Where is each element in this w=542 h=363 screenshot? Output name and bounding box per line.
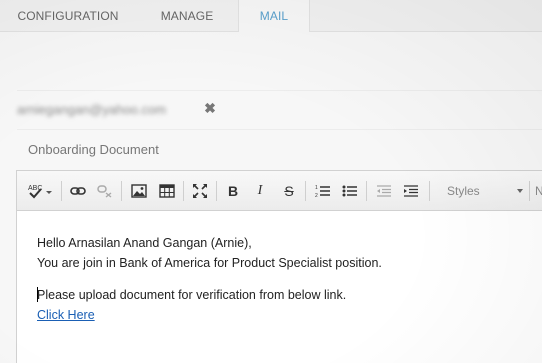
italic-icon[interactable]: I: [250, 182, 270, 200]
remove-recipient-icon[interactable]: ✖: [203, 101, 217, 115]
tab-configuration[interactable]: CONFIGURATION: [0, 0, 136, 32]
toolbar-separator: [429, 181, 430, 201]
bold-icon[interactable]: B: [223, 182, 243, 200]
svg-text:2: 2: [315, 193, 318, 198]
editor-toolbar: ABC B I S 1 2 Styles N: [17, 171, 542, 211]
recipient-chip: arniegangan@yahoo.com: [17, 102, 166, 117]
styles-dropdown[interactable]: Styles: [443, 182, 527, 200]
maximize-icon[interactable]: [190, 182, 210, 200]
click-here-link[interactable]: Click Here: [37, 308, 95, 322]
toolbar-separator: [121, 181, 122, 201]
toolbar-separator: [366, 181, 367, 201]
table-icon[interactable]: [157, 182, 177, 200]
bulleted-list-icon[interactable]: [340, 182, 360, 200]
outdent-icon[interactable]: [374, 182, 394, 200]
toolbar-separator: [529, 181, 530, 201]
toolbar-separator: [216, 181, 217, 201]
tab-bar: CONFIGURATION MANAGE MAIL: [0, 0, 542, 33]
toolbar-separator: [183, 181, 184, 201]
unlink-icon[interactable]: [95, 182, 115, 200]
strikethrough-icon[interactable]: S: [279, 182, 299, 200]
tab-manage[interactable]: MANAGE: [136, 0, 238, 32]
image-icon[interactable]: [129, 182, 149, 200]
link-icon[interactable]: [68, 182, 88, 200]
rich-text-editor: ABC B I S 1 2 Styles N Hello Arnasilan A…: [16, 170, 542, 363]
toolbar-separator: [61, 181, 62, 201]
format-dropdown[interactable]: N: [535, 182, 542, 200]
text-cursor: [37, 287, 38, 302]
indent-icon[interactable]: [401, 182, 421, 200]
chevron-down-icon: [517, 189, 523, 193]
body-line: Please upload document for verification …: [37, 288, 347, 302]
editor-content[interactable]: Hello Arnasilan Anand Gangan (Arnie), Yo…: [37, 233, 537, 325]
toolbar-separator: [305, 181, 306, 201]
spellcheck-icon[interactable]: ABC: [27, 182, 53, 200]
greeting-line: Hello Arnasilan Anand Gangan (Arnie),: [37, 236, 252, 250]
body-line: You are join in Bank of America for Prod…: [37, 256, 382, 270]
svg-text:1: 1: [315, 185, 318, 191]
styles-label: Styles: [447, 184, 480, 198]
recipient-email: arniegangan@yahoo.com: [17, 102, 167, 117]
numbered-list-icon[interactable]: 1 2: [313, 182, 333, 200]
tab-mail[interactable]: MAIL: [238, 0, 310, 33]
subject-field[interactable]: Onboarding Document: [17, 131, 542, 169]
